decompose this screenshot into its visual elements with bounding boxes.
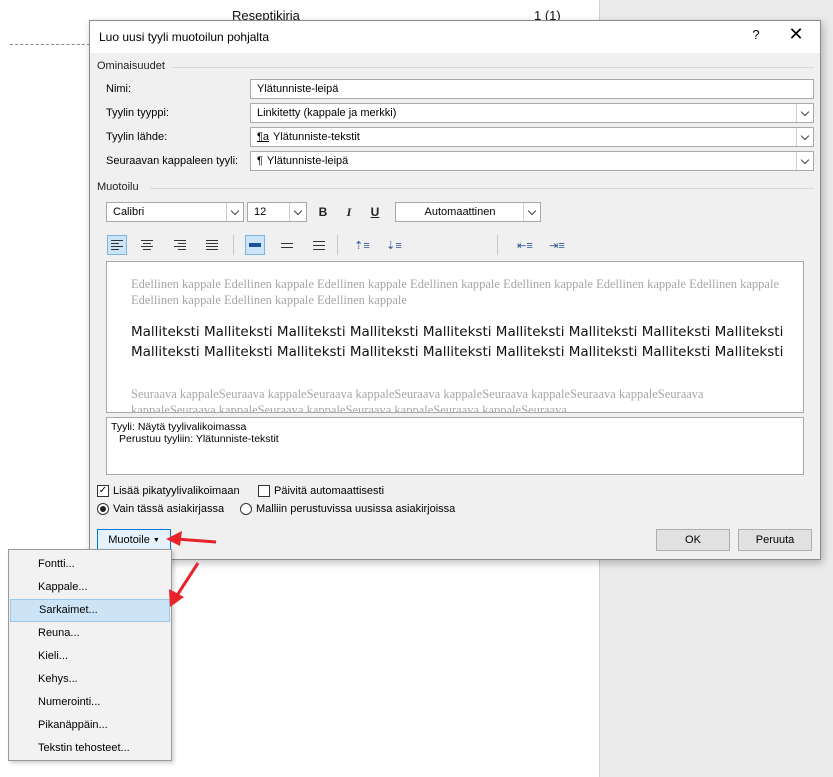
increase-indent-button[interactable]: ⇥≡ bbox=[547, 235, 567, 255]
only-this-document-label: Vain tässä asiakirjassa bbox=[113, 503, 225, 515]
new-documents-option[interactable]: Malliin perustuvissa uusissa asiakirjois… bbox=[240, 503, 455, 515]
align-left-button[interactable] bbox=[107, 235, 127, 255]
name-input[interactable]: Ylätunniste-leipä bbox=[250, 79, 814, 99]
ok-button[interactable]: OK bbox=[656, 529, 730, 551]
chevron-down-icon[interactable] bbox=[523, 203, 540, 221]
double-spacing-button[interactable] bbox=[309, 235, 329, 255]
next-style-select[interactable]: ¶ Ylätunniste-leipä bbox=[250, 151, 814, 171]
style-type-select[interactable]: Linkitetty (kappale ja merkki) bbox=[250, 103, 814, 123]
underline-button[interactable]: U bbox=[365, 202, 385, 222]
font-value: Calibri bbox=[113, 206, 145, 218]
menu-item-text-effects[interactable]: Tekstin tehosteet... bbox=[10, 737, 170, 760]
menu-item-frame[interactable]: Kehys... bbox=[10, 668, 170, 691]
menu-item-tabs[interactable]: Sarkaimet... bbox=[10, 599, 170, 622]
format-button[interactable]: Muotoile ▼ bbox=[97, 529, 171, 551]
increase-indent-icon: ⇥≡ bbox=[549, 239, 565, 252]
decrease-indent-button[interactable]: ⇤≡ bbox=[515, 235, 535, 255]
align-center-icon bbox=[141, 240, 153, 250]
chevron-down-icon[interactable] bbox=[796, 152, 813, 170]
properties-divider bbox=[172, 67, 814, 68]
space-after-icon: ⇣≡ bbox=[386, 239, 402, 252]
menu-item-shortcut-key[interactable]: Pikanäppäin... bbox=[10, 714, 170, 737]
align-center-button[interactable] bbox=[137, 235, 157, 255]
menu-item-language[interactable]: Kieli... bbox=[10, 645, 170, 668]
style-preview: Edellinen kappale Edellinen kappale Edel… bbox=[106, 261, 804, 413]
auto-update-label: Päivitä automaattisesti bbox=[274, 485, 385, 497]
chevron-down-icon[interactable] bbox=[796, 128, 813, 146]
format-menu: Fontti... Kappale... Sarkaimet... Reuna.… bbox=[8, 549, 172, 761]
close-button[interactable]: ✕ bbox=[786, 24, 806, 45]
format-button-label: Muotoile bbox=[108, 534, 150, 546]
decrease-indent-icon: ⇤≡ bbox=[517, 239, 533, 252]
chevron-down-icon[interactable] bbox=[796, 104, 813, 122]
double-spacing-icon bbox=[313, 240, 325, 250]
name-value: Ylätunniste-leipä bbox=[257, 83, 339, 95]
align-right-button[interactable] bbox=[170, 235, 190, 255]
style-type-value: Linkitetty (kappale ja merkki) bbox=[257, 107, 397, 119]
align-left-icon bbox=[111, 240, 123, 250]
add-to-gallery-label: Lisää pikatyylivalikoimaan bbox=[113, 485, 240, 497]
only-this-document-option[interactable]: Vain tässä asiakirjassa bbox=[97, 503, 224, 515]
font-size-select[interactable]: 12 bbox=[247, 202, 307, 222]
new-documents-label: Malliin perustuvissa uusissa asiakirjois… bbox=[256, 503, 456, 515]
auto-update-checkbox[interactable] bbox=[258, 485, 270, 497]
space-before-button[interactable]: ⇡≡ bbox=[352, 235, 372, 255]
add-to-gallery-option[interactable]: ✓ Lisää pikatyylivalikoimaan bbox=[97, 485, 240, 497]
preview-sample-text: Malliteksti Malliteksti Malliteksti Mall… bbox=[131, 324, 784, 360]
align-right-icon bbox=[174, 240, 186, 250]
font-color-value: Automaattinen bbox=[424, 206, 496, 218]
toolbar-separator bbox=[497, 235, 498, 255]
dialog-titlebar: Luo uusi tyyli muotoilun pohjalta ? ✕ bbox=[90, 21, 820, 53]
only-this-document-radio[interactable] bbox=[97, 503, 109, 515]
italic-button[interactable]: I bbox=[339, 202, 359, 222]
style-base-select[interactable]: ¶a Ylätunniste-tekstit bbox=[250, 127, 814, 147]
next-style-value: Ylätunniste-leipä bbox=[266, 155, 349, 167]
toolbar-separator bbox=[233, 235, 234, 255]
one-half-spacing-icon bbox=[281, 242, 293, 248]
paragraph-style-icon: ¶ bbox=[257, 155, 263, 167]
description-line-1: Tyyli: Näytä tyylivalikoimassa bbox=[111, 421, 247, 433]
arrow-to-tabs-item bbox=[169, 562, 200, 607]
menu-item-border[interactable]: Reuna... bbox=[10, 622, 170, 645]
dialog-title: Luo uusi tyyli muotoilun pohjalta bbox=[99, 30, 270, 44]
toolbar-separator bbox=[337, 235, 338, 255]
justify-icon bbox=[206, 240, 218, 250]
space-before-icon: ⇡≡ bbox=[354, 239, 370, 252]
menu-item-paragraph[interactable]: Kappale... bbox=[10, 576, 170, 599]
formatting-section-title: Muotoilu bbox=[97, 181, 139, 193]
menu-item-numbering[interactable]: Numerointi... bbox=[10, 691, 170, 714]
next-style-label: Seuraavan kappaleen tyyli: bbox=[106, 155, 239, 167]
style-type-label: Tyylin tyyppi: bbox=[106, 107, 169, 119]
header-separator bbox=[10, 44, 90, 45]
properties-section-title: Ominaisuudet bbox=[97, 60, 165, 72]
style-description: Tyyli: Näytä tyylivalikoimassa Perustuu … bbox=[106, 417, 804, 475]
one-half-spacing-button[interactable] bbox=[277, 235, 297, 255]
new-documents-radio[interactable] bbox=[240, 503, 252, 515]
style-base-label: Tyylin lähde: bbox=[106, 131, 168, 143]
space-after-button[interactable]: ⇣≡ bbox=[384, 235, 404, 255]
single-spacing-icon bbox=[249, 243, 261, 247]
create-style-dialog: Luo uusi tyyli muotoilun pohjalta ? ✕ Om… bbox=[89, 20, 821, 560]
preview-next-paragraph: Seuraava kappaleSeuraava kappaleSeuraava… bbox=[131, 387, 704, 413]
add-to-gallery-checkbox[interactable]: ✓ bbox=[97, 485, 109, 497]
cancel-button[interactable]: Peruuta bbox=[738, 529, 812, 551]
menu-item-font[interactable]: Fontti... bbox=[10, 553, 170, 576]
dropdown-triangle-icon: ▼ bbox=[152, 536, 160, 544]
font-select[interactable]: Calibri bbox=[106, 202, 244, 222]
preview-previous-paragraph: Edellinen kappale Edellinen kappale Edel… bbox=[131, 277, 779, 307]
chevron-down-icon[interactable] bbox=[289, 203, 306, 221]
linked-style-icon: ¶a bbox=[257, 131, 270, 143]
formatting-divider bbox=[150, 188, 814, 189]
description-line-2: Perustuu tyyliin: Ylätunniste-tekstit bbox=[119, 433, 279, 445]
font-color-select[interactable]: Automaattinen bbox=[395, 202, 541, 222]
chevron-down-icon[interactable] bbox=[226, 203, 243, 221]
style-base-value: Ylätunniste-tekstit bbox=[273, 131, 360, 143]
help-button[interactable]: ? bbox=[748, 27, 764, 42]
font-size-value: 12 bbox=[254, 206, 267, 218]
name-label: Nimi: bbox=[106, 83, 132, 95]
auto-update-option[interactable]: Päivitä automaattisesti bbox=[258, 485, 384, 497]
bold-button[interactable]: B bbox=[313, 202, 333, 222]
justify-button[interactable] bbox=[202, 235, 222, 255]
single-spacing-button[interactable] bbox=[245, 235, 265, 255]
